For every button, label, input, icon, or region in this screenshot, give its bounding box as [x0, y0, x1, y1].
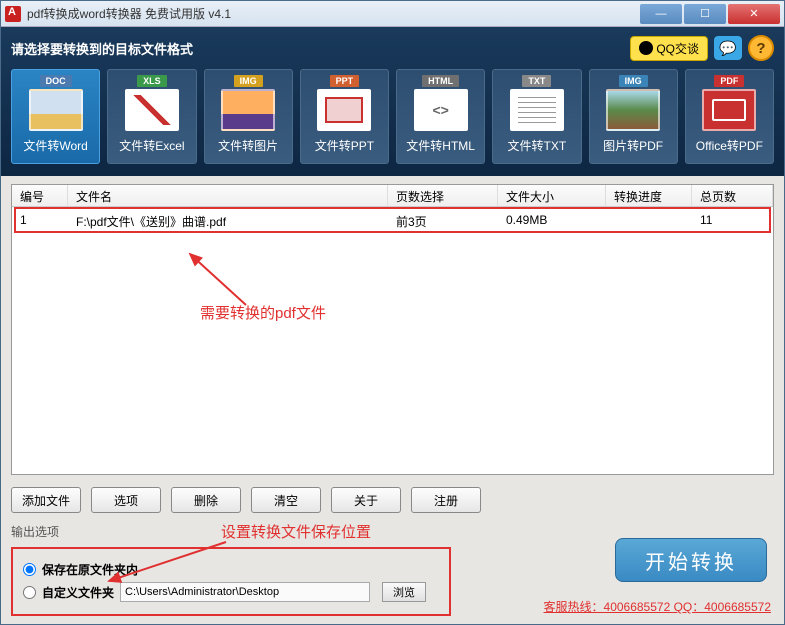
- cell-progress: [606, 210, 692, 233]
- about-button[interactable]: 关于: [331, 487, 401, 513]
- window-controls: — ☐ ✕: [638, 4, 780, 24]
- file-table: 编号 文件名 页数选择 文件大小 转换进度 总页数 1 F:\pdf文件\《送别…: [11, 184, 774, 475]
- main-window: pdf转换成word转换器 免费试用版 v4.1 — ☐ ✕ 请选择要转换到的目…: [0, 0, 785, 625]
- format-preview: [702, 89, 756, 131]
- format-label: 图片转PDF: [603, 137, 663, 154]
- format-tag: PPT: [330, 75, 360, 87]
- options-button[interactable]: 选项: [91, 487, 161, 513]
- help-button[interactable]: ?: [748, 35, 774, 61]
- add-file-button[interactable]: 添加文件: [11, 487, 81, 513]
- table-row[interactable]: 1 F:\pdf文件\《送别》曲谱.pdf 前3页 0.49MB 11: [12, 207, 773, 236]
- format-label: 文件转PPT: [315, 137, 374, 154]
- format-preview: [221, 89, 275, 131]
- qq-chat-button[interactable]: QQ交谈: [630, 36, 708, 61]
- format-tiles: DOC 文件转Word XLS 文件转Excel IMG 文件转图片 PPT 文…: [11, 69, 774, 164]
- app-icon: [5, 6, 21, 22]
- format-tile-pdf[interactable]: PDF Office转PDF: [685, 69, 774, 164]
- format-label: 文件转HTML: [406, 137, 475, 154]
- format-tile-ppt[interactable]: PPT 文件转PPT: [300, 69, 389, 164]
- format-preview: [510, 89, 564, 131]
- format-tag: PDF: [714, 75, 744, 87]
- radio-same-input[interactable]: [23, 563, 36, 576]
- format-icon: TXT: [507, 75, 567, 133]
- format-tag: HTML: [422, 75, 459, 87]
- format-tag: IMG: [234, 75, 263, 87]
- cell-name: F:\pdf文件\《送别》曲谱.pdf: [68, 210, 388, 233]
- format-label: 文件转图片: [218, 137, 278, 154]
- radio-custom-folder[interactable]: 自定义文件夹 浏览: [23, 582, 439, 602]
- format-icon: XLS: [122, 75, 182, 133]
- delete-button[interactable]: 删除: [171, 487, 241, 513]
- service-hotline[interactable]: 客服热线：4006685572 QQ：4006685572: [544, 598, 771, 615]
- format-preview: [125, 89, 179, 131]
- table-header: 编号 文件名 页数选择 文件大小 转换进度 总页数: [12, 185, 773, 207]
- format-icon: DOC: [26, 75, 86, 133]
- radio-same-folder[interactable]: 保存在原文件夹内: [23, 561, 439, 578]
- titlebar: pdf转换成word转换器 免费试用版 v4.1 — ☐ ✕: [1, 1, 784, 27]
- table-body: 1 F:\pdf文件\《送别》曲谱.pdf 前3页 0.49MB 11: [12, 207, 773, 236]
- format-icon: IMG: [218, 75, 278, 133]
- qq-icon: [639, 41, 653, 55]
- format-preview: [29, 89, 83, 131]
- format-label: 文件转Excel: [119, 137, 184, 154]
- format-tile-html[interactable]: HTML 文件转HTML: [396, 69, 485, 164]
- action-buttons: 添加文件 选项 删除 清空 关于 注册: [11, 487, 774, 513]
- col-size[interactable]: 文件大小: [498, 185, 606, 206]
- cell-size: 0.49MB: [498, 210, 606, 233]
- format-tag: IMG: [619, 75, 648, 87]
- cell-pages: 前3页: [388, 210, 498, 233]
- format-tag: DOC: [40, 75, 72, 87]
- col-num[interactable]: 编号: [12, 185, 68, 206]
- format-label: 文件转TXT: [508, 137, 567, 154]
- close-button[interactable]: ✕: [728, 4, 780, 24]
- register-button[interactable]: 注册: [411, 487, 481, 513]
- format-tag: XLS: [137, 75, 167, 87]
- qq-label: QQ交谈: [656, 40, 699, 57]
- format-tile-txt[interactable]: TXT 文件转TXT: [492, 69, 581, 164]
- col-pages[interactable]: 页数选择: [388, 185, 498, 206]
- format-tile-doc[interactable]: DOC 文件转Word: [11, 69, 100, 164]
- format-icon: PDF: [699, 75, 759, 133]
- output-label: 输出选项: [11, 523, 59, 540]
- cell-total: 11: [692, 210, 773, 233]
- format-tile-xls[interactable]: XLS 文件转Excel: [107, 69, 196, 164]
- maximize-button[interactable]: ☐: [684, 4, 726, 24]
- col-total[interactable]: 总页数: [692, 185, 773, 206]
- output-options-box: 保存在原文件夹内 自定义文件夹 浏览: [11, 547, 451, 616]
- col-progress[interactable]: 转换进度: [606, 185, 692, 206]
- annotation-save-note: 设置转换文件保存位置: [221, 521, 371, 542]
- radio-custom-label: 自定义文件夹: [42, 584, 114, 601]
- format-label: 文件转Word: [23, 137, 87, 154]
- window-title: pdf转换成word转换器 免费试用版 v4.1: [27, 5, 638, 22]
- start-convert-button[interactable]: 开始转换: [615, 538, 767, 582]
- format-icon: PPT: [314, 75, 374, 133]
- format-tile-img[interactable]: IMG 文件转图片: [204, 69, 293, 164]
- format-preview: [606, 89, 660, 131]
- col-name[interactable]: 文件名: [68, 185, 388, 206]
- format-icon: HTML: [411, 75, 471, 133]
- format-header: 请选择要转换到的目标文件格式 QQ交谈 💬 ? DOC 文件转Word XLS …: [1, 27, 784, 176]
- path-input[interactable]: [120, 582, 370, 602]
- browse-button[interactable]: 浏览: [382, 582, 426, 602]
- radio-same-label: 保存在原文件夹内: [42, 561, 138, 578]
- format-preview: [414, 89, 468, 131]
- format-tag: TXT: [522, 75, 551, 87]
- radio-custom-input[interactable]: [23, 586, 36, 599]
- message-button[interactable]: 💬: [714, 36, 742, 60]
- format-prompt: 请选择要转换到的目标文件格式: [11, 39, 193, 58]
- format-icon: IMG: [603, 75, 663, 133]
- format-label: Office转PDF: [696, 137, 763, 154]
- minimize-button[interactable]: —: [640, 4, 682, 24]
- format-tile-img2[interactable]: IMG 图片转PDF: [589, 69, 678, 164]
- clear-button[interactable]: 清空: [251, 487, 321, 513]
- format-preview: [317, 89, 371, 131]
- cell-num: 1: [12, 210, 68, 233]
